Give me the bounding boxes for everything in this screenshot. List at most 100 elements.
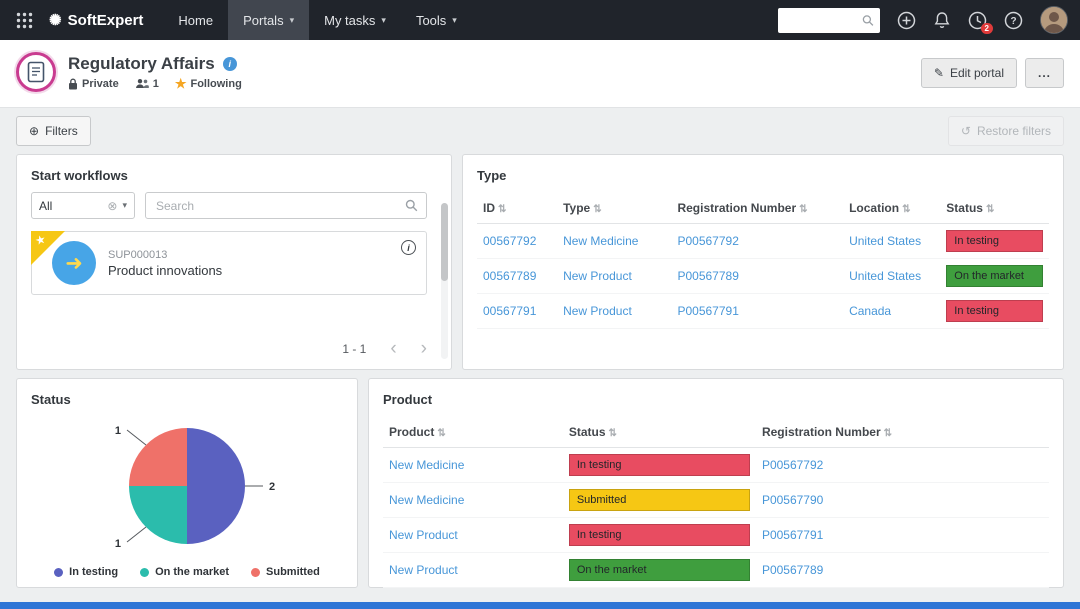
edit-portal-button[interactable]: ✎ Edit portal bbox=[920, 58, 1017, 88]
col-header-product[interactable]: Product ⇅ bbox=[383, 416, 563, 448]
type-link[interactable]: New Product bbox=[563, 269, 632, 283]
main-nav: Home Portals ▾ My tasks ▾ Tools ▾ bbox=[163, 0, 471, 40]
product-link[interactable]: New Product bbox=[389, 528, 458, 542]
legend-dot bbox=[251, 567, 261, 577]
legend-item-in-testing[interactable]: In testing bbox=[54, 566, 118, 578]
top-navbar: ✺ SoftExpert Home Portals ▾ My tasks ▾ T… bbox=[0, 0, 1080, 40]
id-link[interactable]: 00567789 bbox=[483, 269, 536, 283]
chart-legend: In testing On the market Submitted bbox=[17, 566, 357, 578]
chevron-down-icon: ▾ bbox=[381, 14, 386, 25]
legend-item-on-the-market[interactable]: On the market bbox=[140, 566, 229, 578]
product-link[interactable]: New Medicine bbox=[389, 458, 464, 472]
users-icon bbox=[135, 79, 149, 88]
sort-icon: ⇅ bbox=[883, 428, 893, 439]
pie-value-submitted: 1 bbox=[115, 425, 121, 437]
following-indicator[interactable]: ★ Following bbox=[175, 77, 242, 90]
filters-button[interactable]: ⊕ Filters bbox=[16, 116, 91, 146]
registration-link[interactable]: P00567792 bbox=[677, 234, 738, 248]
help-button[interactable]: ? bbox=[1004, 11, 1023, 30]
portal-info-icon[interactable]: i bbox=[222, 57, 237, 71]
location-link[interactable]: United States bbox=[849, 234, 921, 248]
registration-link[interactable]: P00567789 bbox=[677, 269, 738, 283]
status-pie-chart: 1 2 1 bbox=[115, 425, 275, 550]
workflow-filter-dropdown[interactable]: All ⊗ ▾ bbox=[31, 192, 135, 219]
edit-portal-label: Edit portal bbox=[949, 66, 1004, 80]
clear-icon[interactable]: ⊗ bbox=[107, 199, 117, 213]
add-new-button[interactable] bbox=[897, 11, 916, 30]
col-header-status[interactable]: Status ⇅ bbox=[940, 192, 1049, 224]
nav-item-home[interactable]: Home bbox=[163, 0, 228, 40]
col-header-type[interactable]: Type ⇅ bbox=[557, 192, 672, 224]
registration-link[interactable]: P00567790 bbox=[762, 493, 823, 507]
pagination: 1 - 1 ‹ › bbox=[342, 339, 427, 358]
chevron-down-icon: ▾ bbox=[289, 14, 295, 25]
widget-title-start-workflows: Start workflows bbox=[31, 168, 128, 183]
widget-title-product: Product bbox=[383, 392, 433, 407]
type-link[interactable]: New Product bbox=[563, 304, 632, 318]
bell-icon bbox=[934, 11, 950, 28]
more-options-button[interactable]: ... bbox=[1024, 58, 1064, 88]
navbar-search-box bbox=[778, 7, 880, 33]
id-link[interactable]: 00567791 bbox=[483, 304, 536, 318]
id-link[interactable]: 00567792 bbox=[483, 234, 536, 248]
content-area: Start workflows All ⊗ ▾ Search ★ ➜ SUP00… bbox=[0, 152, 1080, 588]
brand-logo[interactable]: ✺ SoftExpert bbox=[49, 12, 143, 29]
col-header-status[interactable]: Status ⇅ bbox=[562, 416, 756, 448]
softexpert-logo-icon: ✺ bbox=[49, 11, 62, 29]
members-indicator[interactable]: 1 bbox=[135, 78, 159, 90]
pie-slice-in-testing[interactable] bbox=[187, 428, 245, 544]
col-header-id[interactable]: ID ⇅ bbox=[477, 192, 558, 224]
chevron-right-icon[interactable]: › bbox=[421, 339, 427, 358]
user-avatar[interactable] bbox=[1040, 6, 1068, 34]
location-link[interactable]: Canada bbox=[849, 304, 891, 318]
workflow-info-icon[interactable]: i bbox=[401, 240, 416, 255]
nav-item-portals[interactable]: Portals ▾ bbox=[228, 0, 310, 40]
search-icon bbox=[862, 14, 874, 26]
workflow-card-product-innovations[interactable]: ★ ➜ SUP000013 Product innovations i bbox=[31, 231, 427, 295]
registration-link[interactable]: P00567792 bbox=[762, 458, 823, 472]
table-row: 00567789 New Product P00567789 United St… bbox=[477, 258, 1049, 294]
col-header-registration-number[interactable]: Registration Number ⇅ bbox=[671, 192, 844, 224]
navbar-search-input[interactable] bbox=[784, 12, 862, 28]
table-row: New Product On the market P00567789 bbox=[383, 552, 1049, 588]
pie-slice-submitted[interactable] bbox=[129, 428, 187, 486]
table-row: 00567791 New Product P00567791 Canada In… bbox=[477, 293, 1049, 329]
notifications-button[interactable] bbox=[933, 11, 951, 30]
restore-filters-button[interactable]: ↺ Restore filters bbox=[947, 116, 1064, 146]
legend-label: In testing bbox=[69, 566, 119, 578]
sort-icon: ⇅ bbox=[799, 204, 808, 215]
status-badge: In testing bbox=[946, 230, 1043, 252]
status-badge: Submitted bbox=[568, 489, 750, 511]
workflow-search-box bbox=[145, 192, 427, 219]
table-row: 00567792 New Medicine P00567792 United S… bbox=[477, 223, 1049, 259]
product-link[interactable]: New Medicine bbox=[389, 493, 464, 507]
softexpert-portal-page: ✺ SoftExpert Home Portals ▾ My tasks ▾ T… bbox=[0, 0, 1080, 609]
status-chart-widget: Status 1 2 1 In testing On the market Su… bbox=[16, 378, 358, 588]
product-link[interactable]: New Product bbox=[389, 563, 458, 577]
pending-tasks-button[interactable]: 2 bbox=[968, 11, 993, 34]
privacy-label: Private bbox=[82, 77, 119, 90]
nav-item-my-tasks[interactable]: My tasks ▾ bbox=[309, 0, 401, 40]
type-link[interactable]: New Medicine bbox=[563, 234, 638, 248]
workflow-search-input[interactable] bbox=[154, 197, 405, 214]
portal-meta: Private 1 ★ Following bbox=[68, 77, 242, 90]
legend-item-submitted[interactable]: Submitted bbox=[251, 566, 320, 578]
pie-slice-on-the-market[interactable] bbox=[129, 486, 187, 544]
pencil-icon: ✎ bbox=[933, 66, 944, 80]
chevron-left-icon[interactable]: ‹ bbox=[390, 339, 396, 358]
type-widget: Type ID ⇅ Type ⇅ Registration Number ⇅ Loca… bbox=[462, 154, 1064, 370]
product-table: Product ⇅ Status ⇅ Registration Number ⇅ Ne… bbox=[383, 416, 1049, 588]
sort-icon: ⇅ bbox=[902, 204, 911, 215]
registration-link[interactable]: P00567789 bbox=[762, 563, 823, 577]
following-label: Following bbox=[190, 77, 242, 90]
location-link[interactable]: United States bbox=[849, 269, 921, 283]
col-header-registration-number[interactable]: Registration Number ⇅ bbox=[755, 416, 1049, 448]
page-title: Regulatory Affairs bbox=[68, 54, 215, 73]
nav-item-tools[interactable]: Tools ▾ bbox=[401, 0, 472, 40]
col-header-location[interactable]: Location ⇅ bbox=[843, 192, 941, 224]
registration-link[interactable]: P00567791 bbox=[762, 528, 823, 542]
registration-link[interactable]: P00567791 bbox=[677, 304, 738, 318]
legend-dot bbox=[54, 567, 64, 577]
app-grid-button[interactable] bbox=[12, 12, 37, 29]
scrollbar-thumb[interactable] bbox=[441, 203, 448, 281]
